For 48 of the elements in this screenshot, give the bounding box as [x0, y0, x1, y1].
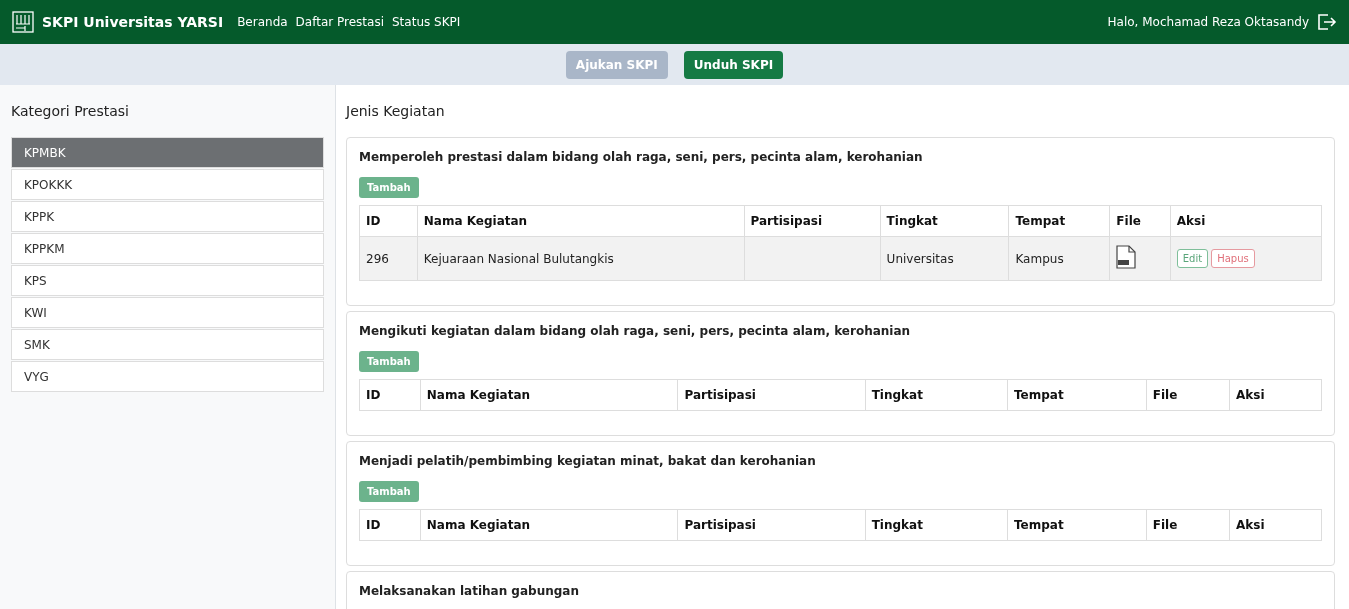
card-title: Memperoleh prestasi dalam bidang olah raga, seni, pers, pecinta alam, kerohanian [359, 150, 924, 164]
card-title: Melaksanakan latihan gabungan [359, 584, 580, 598]
category-item[interactable]: VYG [11, 361, 324, 392]
column-header: Tingkat [880, 205, 1009, 237]
category-item[interactable]: KPOKKK [11, 169, 324, 200]
column-header: File [1146, 379, 1230, 411]
column-header: Tempat [1007, 509, 1147, 541]
column-header: Partisipasi [744, 205, 881, 237]
column-header: Partisipasi [677, 509, 866, 541]
column-header: Aksi [1170, 205, 1322, 237]
logout-icon[interactable] [1317, 13, 1337, 31]
column-header: ID [359, 379, 421, 411]
document-icon[interactable] [1116, 245, 1137, 269]
column-header: File [1109, 205, 1171, 237]
column-header: Nama Kegiatan [420, 379, 678, 411]
category-item[interactable]: KPMBK [11, 137, 324, 168]
card-title: Mengikuti kegiatan dalam bidang olah raga, seni, pers, pecinta alam, kerohanian [359, 324, 912, 338]
nav-link[interactable]: Daftar Prestasi [295, 15, 384, 29]
column-header: Tempat [1008, 205, 1110, 237]
nav-link[interactable]: Status SKPI [392, 15, 461, 29]
content-title: Jenis Kegiatan [346, 103, 446, 119]
column-header: Tingkat [865, 509, 1008, 541]
table-cell: Kejuaraan Nasional Bulutangkis [417, 236, 744, 281]
column-header: Nama Kegiatan [420, 509, 678, 541]
table-cell: 296 [359, 236, 418, 281]
category-item[interactable]: KPPKM [11, 233, 324, 264]
user-greeting: Halo, Mochamad Reza Oktasandy [1107, 15, 1309, 29]
column-header: ID [359, 509, 421, 541]
skpi-button[interactable]: Unduh SKPI [683, 50, 784, 79]
column-header: File [1146, 509, 1230, 541]
sidebar-title: Kategori Prestasi [11, 103, 130, 119]
card-title: Menjadi pelatih/pembimbing kegiatan minat, bakat dan kerohanian [359, 454, 817, 468]
column-header: Aksi [1229, 379, 1322, 411]
column-header: Partisipasi [677, 379, 866, 411]
column-header: ID [359, 205, 418, 237]
category-item[interactable]: KPS [11, 265, 324, 296]
brand-title: SKPI Universitas YARSI [42, 14, 224, 30]
category-item[interactable]: KWI [11, 297, 324, 328]
column-header: Nama Kegiatan [417, 205, 744, 237]
column-header: Tingkat [865, 379, 1008, 411]
category-item[interactable]: KPPK [11, 201, 324, 232]
column-header: Aksi [1229, 509, 1322, 541]
column-header: Tempat [1007, 379, 1147, 411]
table-cell: Universitas [880, 236, 1009, 281]
table-cell: Kampus [1008, 236, 1110, 281]
category-item[interactable]: SMK [11, 329, 324, 360]
logo-icon [12, 11, 34, 33]
nav-link[interactable]: Beranda [237, 15, 288, 29]
